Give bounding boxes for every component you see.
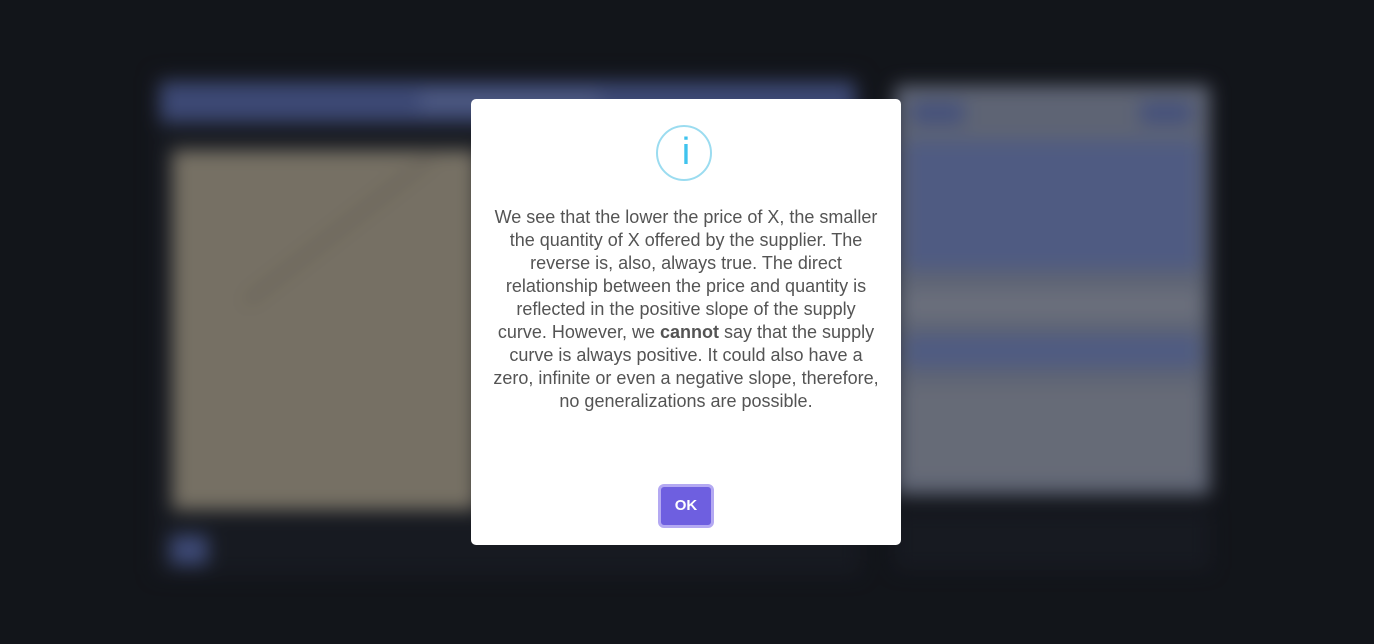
info-icon-glyph: i bbox=[681, 131, 691, 173]
page: i We see that the lower the price of X, … bbox=[0, 0, 1374, 644]
ok-button-label: OK bbox=[674, 497, 698, 514]
info-dialog: i We see that the lower the price of X, … bbox=[471, 99, 901, 545]
info-icon: i bbox=[656, 125, 712, 181]
dialog-message: We see that the lower the price of X, th… bbox=[493, 206, 879, 413]
dialog-message-emphasis: cannot bbox=[659, 322, 719, 342]
ok-button[interactable]: OK bbox=[658, 484, 714, 528]
